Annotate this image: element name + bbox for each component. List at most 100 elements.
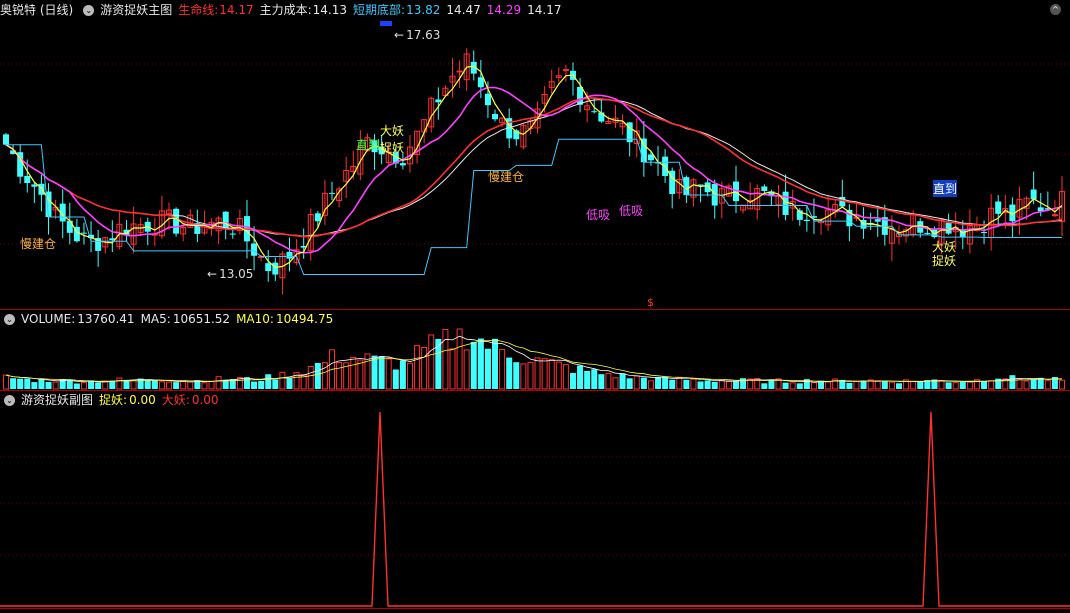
volume-bar	[718, 380, 725, 390]
volume-ma-line	[5, 335, 1063, 383]
candle-body	[477, 77, 484, 88]
candles	[3, 48, 1065, 295]
volume-bar	[782, 382, 789, 389]
volume-bar	[243, 377, 250, 389]
price-marks	[380, 21, 392, 26]
volume-bar	[860, 381, 867, 389]
volume-bar	[612, 377, 619, 390]
candle-body	[874, 219, 881, 222]
volume-bar	[1023, 380, 1030, 390]
volume-bar	[45, 381, 52, 389]
candle-body	[251, 243, 258, 256]
candle-body	[577, 86, 584, 105]
volume-bar	[392, 369, 399, 389]
volume-bar	[697, 381, 704, 389]
volume-bar	[52, 381, 59, 390]
volume-bar	[938, 380, 945, 390]
annotation-7: 低吸	[619, 204, 644, 218]
annotation-3: 捉妖	[380, 141, 405, 155]
volume-bar	[272, 379, 279, 389]
volume-bar	[577, 365, 584, 389]
kline-chart[interactable]	[0, 0, 1070, 613]
volume-bar	[548, 359, 555, 390]
volume-bar	[506, 357, 513, 389]
volume-bar	[1044, 380, 1051, 390]
volume-bar	[633, 375, 640, 390]
volume-bar	[414, 345, 421, 390]
volume-bar	[286, 377, 293, 389]
annotation-5: 慢建仓	[488, 170, 525, 184]
volume-bar	[17, 378, 24, 389]
volume-bar	[336, 362, 343, 390]
volume-bar	[591, 369, 598, 389]
volume-bar	[215, 376, 222, 390]
peak-marker	[380, 21, 392, 26]
volume-bar	[449, 348, 456, 390]
volume-bar	[825, 381, 832, 390]
candle-body	[697, 184, 704, 186]
volume-bar	[406, 362, 413, 390]
volume-bar	[584, 370, 591, 389]
candle-body	[1051, 214, 1058, 217]
volume-bar	[952, 381, 959, 390]
volume-bar	[442, 328, 449, 390]
volume-bar	[144, 380, 151, 389]
volume-bar	[357, 359, 364, 390]
candle-body	[924, 232, 931, 234]
volume-bar	[492, 338, 499, 389]
volume-bar	[513, 362, 520, 389]
volume-bar	[888, 381, 895, 390]
volume-bar	[598, 374, 605, 389]
candle-body	[761, 186, 768, 191]
volume-bar	[555, 361, 562, 390]
volume-bar	[640, 377, 647, 389]
volume-bar	[562, 364, 569, 390]
volume-bar	[180, 380, 187, 390]
volume-bar	[66, 380, 73, 389]
volume-bar	[619, 373, 626, 389]
volume-bar	[988, 380, 995, 390]
candle-body	[484, 93, 491, 106]
candle-body	[286, 251, 293, 259]
annotation-8: 直到	[933, 180, 958, 197]
volume-bar	[435, 338, 442, 389]
sub-spike-line	[0, 411, 1070, 607]
volume-bar	[484, 348, 491, 389]
volume-bar	[350, 356, 357, 390]
volume-bar	[846, 382, 853, 389]
candle-body	[272, 262, 279, 275]
indicator-lines	[5, 65, 1063, 275]
high-price-label: ← 17.63	[394, 28, 441, 42]
volume-bar	[137, 378, 144, 389]
volume-bar	[1009, 375, 1016, 389]
candle-body	[1030, 189, 1037, 200]
volume-bar	[116, 377, 123, 390]
volume-bar	[945, 382, 952, 389]
volume-bar	[626, 378, 633, 389]
volume-bar	[683, 379, 690, 389]
volume-bar	[421, 346, 428, 390]
volume-bar	[881, 381, 888, 389]
volume-bar	[810, 382, 817, 390]
volume-bar	[569, 372, 576, 389]
volume-bar	[10, 378, 17, 389]
volume-bar	[796, 383, 803, 389]
volume-bar	[251, 381, 258, 389]
volume-bar	[314, 362, 321, 389]
volume-bar	[265, 374, 272, 389]
volume-bar	[541, 358, 548, 390]
annotation-10: 捉妖	[932, 254, 957, 268]
bottom-line	[6, 138, 1062, 275]
volume-bar	[534, 357, 541, 390]
dollar-mark-icon: $	[647, 296, 654, 309]
volume-bar	[24, 378, 31, 389]
volume-bar	[38, 378, 45, 389]
volume-bar	[31, 382, 38, 389]
candle-body	[3, 134, 9, 145]
volume-bar	[874, 380, 881, 390]
candle-body	[31, 184, 38, 187]
volume-bar	[789, 382, 796, 390]
candle-body	[173, 208, 180, 234]
volume-bar	[669, 379, 676, 389]
volume-bar	[910, 380, 917, 390]
